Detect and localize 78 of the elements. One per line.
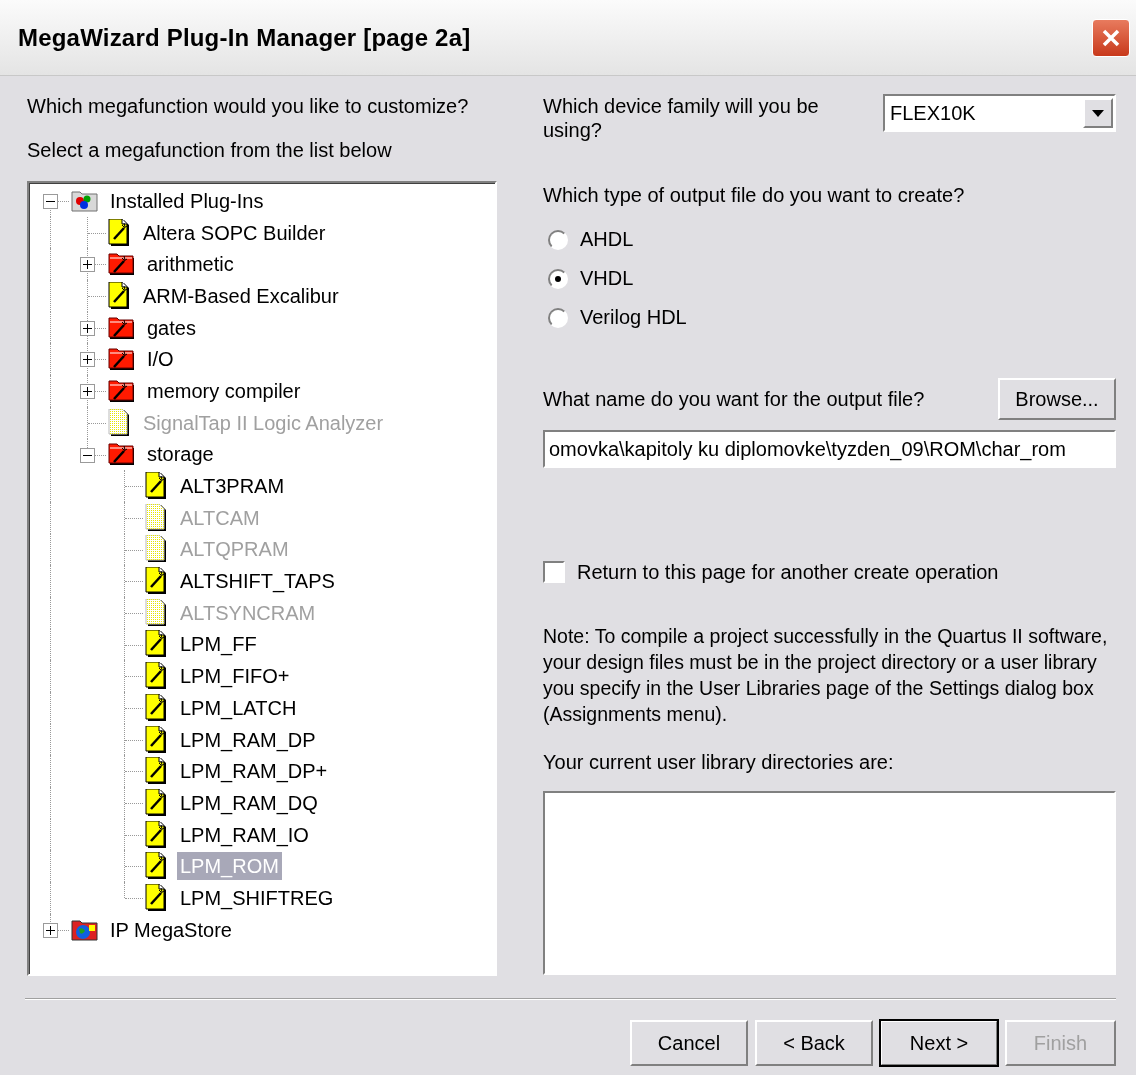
wizard-document-icon bbox=[145, 725, 169, 754]
wizard-document-icon bbox=[145, 883, 169, 912]
browse-button[interactable]: Browse... bbox=[998, 378, 1116, 420]
tree-item[interactable]: gates bbox=[144, 313, 199, 342]
expand-toggle[interactable] bbox=[80, 320, 95, 336]
tree-item[interactable]: LPM_FIFO+ bbox=[177, 662, 293, 691]
radio-label[interactable]: Verilog HDL bbox=[580, 306, 687, 329]
expand-toggle[interactable] bbox=[80, 257, 95, 273]
tree-item[interactable]: ALTSHIFT_TAPS bbox=[177, 567, 338, 596]
plus-icon bbox=[83, 387, 92, 397]
tree-item[interactable]: LPM_RAM_DP bbox=[177, 725, 319, 754]
wizard-document-icon bbox=[145, 820, 169, 849]
plus-icon bbox=[83, 355, 92, 365]
plus-icon bbox=[46, 925, 55, 935]
tree-item[interactable]: ARM-Based Excalibur bbox=[140, 281, 342, 310]
close-button[interactable] bbox=[1092, 18, 1130, 57]
hint-text: Select a megafunction from the list below bbox=[27, 138, 393, 162]
checkbox[interactable] bbox=[543, 561, 565, 583]
blank-document-icon bbox=[108, 408, 132, 437]
expand-toggle[interactable] bbox=[80, 352, 95, 368]
tree-item[interactable]: LPM_FF bbox=[177, 630, 260, 659]
radio-label[interactable]: AHDL bbox=[580, 228, 634, 251]
prompt-text: Which megafunction would you like to customize? bbox=[27, 94, 470, 118]
tree-item[interactable]: LPM_RAM_IO bbox=[177, 820, 312, 849]
dialog-button[interactable]: Cancel bbox=[630, 1020, 748, 1066]
blank-document-icon bbox=[145, 503, 169, 532]
tree-item[interactable]: storage bbox=[144, 440, 217, 469]
blank-document-icon bbox=[145, 535, 169, 564]
tree-item[interactable]: LPM_RAM_DQ bbox=[177, 788, 321, 817]
radio-label[interactable]: VHDL bbox=[580, 267, 634, 290]
wizard-document-icon bbox=[108, 281, 132, 310]
tree-item[interactable]: arithmetic bbox=[144, 250, 237, 279]
dialog-button[interactable]: Next > bbox=[880, 1020, 998, 1066]
globe-folder-icon bbox=[71, 917, 99, 942]
folder-icon bbox=[108, 315, 136, 340]
tree-item[interactable]: LPM_SHIFTREG bbox=[177, 883, 337, 912]
folder-icon bbox=[108, 378, 136, 403]
dialog-button[interactable]: < Back bbox=[755, 1020, 873, 1066]
output-type-label: Which type of output file do you want to create? bbox=[543, 183, 966, 207]
wizard-document-icon bbox=[145, 788, 169, 817]
device-family-label: Which device family will you be using? bbox=[543, 94, 820, 142]
wizard-document-icon bbox=[145, 662, 169, 691]
wizard-document-icon bbox=[145, 630, 169, 659]
expand-toggle[interactable] bbox=[80, 384, 95, 400]
radio-button[interactable] bbox=[548, 229, 568, 250]
collapse-toggle[interactable] bbox=[43, 194, 58, 209]
tree-item[interactable]: Installed Plug-Ins bbox=[107, 186, 267, 215]
blank-document-icon bbox=[145, 598, 169, 627]
collapse-toggle[interactable] bbox=[80, 447, 95, 463]
device-family-dropdown[interactable]: FLEX10K bbox=[883, 94, 1116, 132]
tree-item[interactable]: Altera SOPC Builder bbox=[140, 218, 329, 247]
window-title: MegaWizard Plug-In Manager [page 2a] bbox=[18, 23, 471, 52]
tree-item[interactable]: ALT3PRAM bbox=[177, 472, 288, 501]
output-file-field[interactable]: omovka\kapitoly ku diplomovke\tyzden_09\ROM\char_rom bbox=[543, 430, 1116, 468]
output-file-label: What name do you want for the output file? bbox=[543, 387, 925, 411]
tree-item[interactable]: LPM_LATCH bbox=[177, 693, 300, 722]
plugins-folder-icon bbox=[71, 188, 99, 213]
checkbox-label[interactable]: Return to this page for another create operation bbox=[577, 560, 999, 584]
wizard-document-icon bbox=[145, 852, 169, 881]
wizard-document-icon bbox=[145, 693, 169, 722]
folder-icon bbox=[108, 252, 136, 277]
tree-item[interactable]: memory compiler bbox=[144, 376, 304, 405]
radio-button[interactable] bbox=[548, 307, 568, 328]
wizard-document-icon bbox=[108, 218, 132, 247]
wizard-document-icon bbox=[145, 757, 169, 786]
tree-item[interactable]: LPM_RAM_DP+ bbox=[177, 757, 331, 786]
plus-icon bbox=[83, 323, 92, 333]
note-text: Note: To compile a project successfully in the Quartus II software, your design files must be in the project directory or a user library you specify in the User Libraries page of the Settings dialog box (Assignments menu). bbox=[543, 624, 1109, 727]
folder-icon bbox=[108, 442, 136, 467]
wizard-document-icon bbox=[145, 472, 169, 501]
expand-toggle[interactable] bbox=[43, 922, 58, 938]
library-label: Your current user library directories are: bbox=[543, 750, 895, 774]
tree-item[interactable]: I/O bbox=[144, 345, 177, 374]
wizard-document-icon bbox=[145, 567, 169, 596]
tree-item[interactable]: IP MegaStore bbox=[107, 915, 235, 944]
folder-icon bbox=[108, 347, 136, 372]
plus-icon bbox=[83, 260, 92, 270]
radio-button[interactable] bbox=[548, 268, 568, 289]
